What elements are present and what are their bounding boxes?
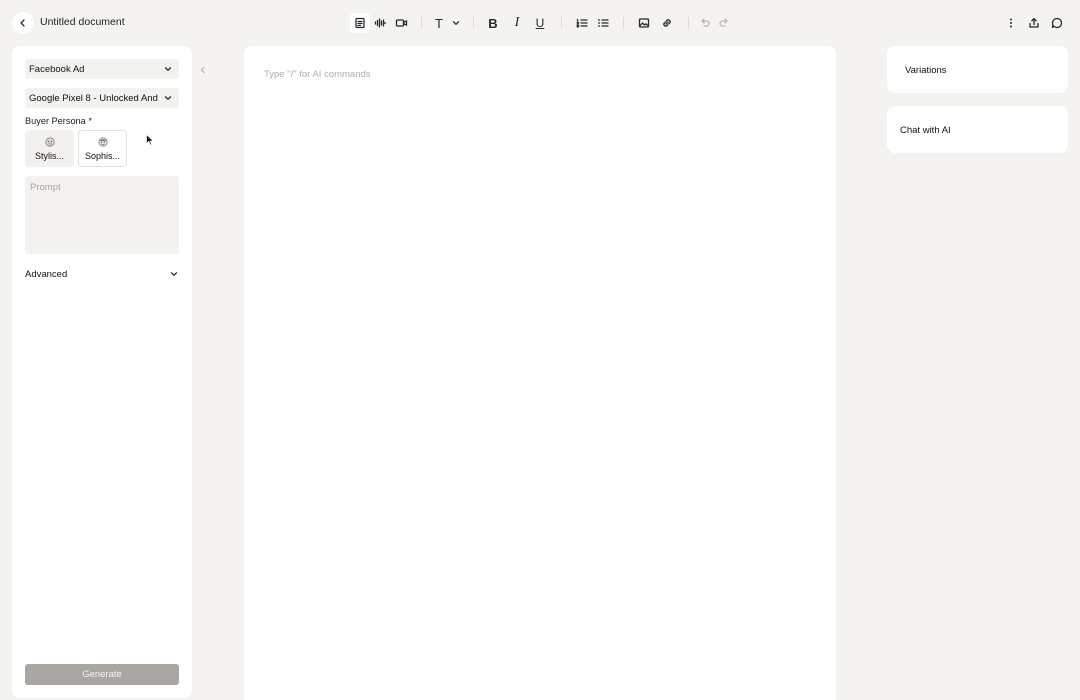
editor-placeholder: Type "/" for AI commands (264, 69, 371, 80)
bold-icon: B (488, 15, 498, 31)
variations-label: Variations (905, 65, 947, 76)
collapse-panel-button[interactable] (196, 63, 210, 77)
toolbar-divider (561, 17, 562, 28)
toolbar-divider (421, 17, 422, 28)
insert-image-button[interactable] (634, 13, 654, 33)
redo-icon (719, 18, 728, 27)
bullet-list-icon (598, 19, 609, 27)
document-title[interactable]: Untitled document (40, 16, 125, 28)
product-value: Google Pixel 8 - Unlocked And (29, 92, 158, 104)
document-icon (355, 17, 365, 29)
persona-label: Sophis... (84, 150, 121, 161)
italic-button[interactable]: I (507, 13, 527, 33)
persona-avatar-icon (97, 136, 108, 147)
underline-icon: U (535, 16, 545, 30)
chevron-down-icon (170, 272, 178, 276)
chat-with-ai-card[interactable]: Chat with AI (887, 106, 1068, 153)
persona-avatar-icon (44, 136, 55, 147)
variations-card[interactable]: Variations (887, 46, 1068, 93)
persona-card[interactable]: Stylis... (25, 130, 74, 167)
image-icon (638, 18, 650, 28)
chevron-down-icon (164, 67, 172, 71)
numbered-list-button[interactable] (572, 13, 592, 33)
chevron-left-icon (20, 19, 25, 27)
persona-card[interactable]: Sophis... (78, 130, 127, 167)
share-icon (1029, 17, 1039, 28)
content-type-value: Facebook Ad (29, 63, 85, 75)
buyer-persona-label: Buyer Persona * (25, 116, 92, 126)
chevron-down-icon (452, 21, 460, 25)
insert-link-button[interactable] (657, 13, 677, 33)
chevron-left-icon (200, 66, 205, 74)
redo-button[interactable] (714, 13, 734, 33)
link-icon (663, 19, 671, 27)
mouse-cursor-icon (146, 134, 154, 146)
document-editor[interactable]: Type "/" for AI commands (244, 46, 836, 700)
prompt-input[interactable] (25, 176, 179, 254)
product-select[interactable]: Google Pixel 8 - Unlocked And (25, 88, 179, 108)
chevron-down-icon (164, 96, 172, 100)
top-toolbar: Untitled document T B I U (0, 0, 1080, 46)
bold-button[interactable]: B (483, 13, 503, 33)
persona-label: Stylis... (34, 150, 64, 161)
comment-button[interactable] (1047, 13, 1067, 33)
toolbar-divider (688, 17, 689, 28)
text-format-dropdown[interactable] (446, 13, 466, 33)
undo-icon (701, 18, 710, 27)
content-type-select[interactable]: Facebook Ad (25, 59, 179, 79)
video-icon (395, 19, 407, 27)
audio-waveform-icon (374, 18, 386, 28)
share-button[interactable] (1024, 13, 1044, 33)
italic-icon: I (514, 15, 520, 30)
generator-panel: Facebook Ad Google Pixel 8 - Unlocked An… (12, 46, 192, 698)
advanced-toggle[interactable]: Advanced (25, 266, 179, 282)
advanced-label: Advanced (25, 268, 68, 280)
toolbar-divider (473, 17, 474, 28)
numbered-list-icon (576, 18, 588, 28)
back-button[interactable] (12, 12, 34, 34)
undo-button[interactable] (695, 13, 715, 33)
text-format-icon: T (435, 15, 443, 31)
more-vertical-icon (1010, 18, 1012, 28)
chat-with-ai-label: Chat with AI (900, 125, 951, 136)
underline-button[interactable]: U (530, 13, 550, 33)
more-options-button[interactable] (1001, 13, 1021, 33)
toolbar-divider (623, 17, 624, 28)
comment-icon (1051, 17, 1063, 29)
document-view-button[interactable] (350, 13, 370, 33)
generate-button[interactable]: Generate (25, 664, 179, 685)
video-view-button[interactable] (391, 13, 411, 33)
audio-view-button[interactable] (370, 13, 390, 33)
bullet-list-button[interactable] (593, 13, 613, 33)
